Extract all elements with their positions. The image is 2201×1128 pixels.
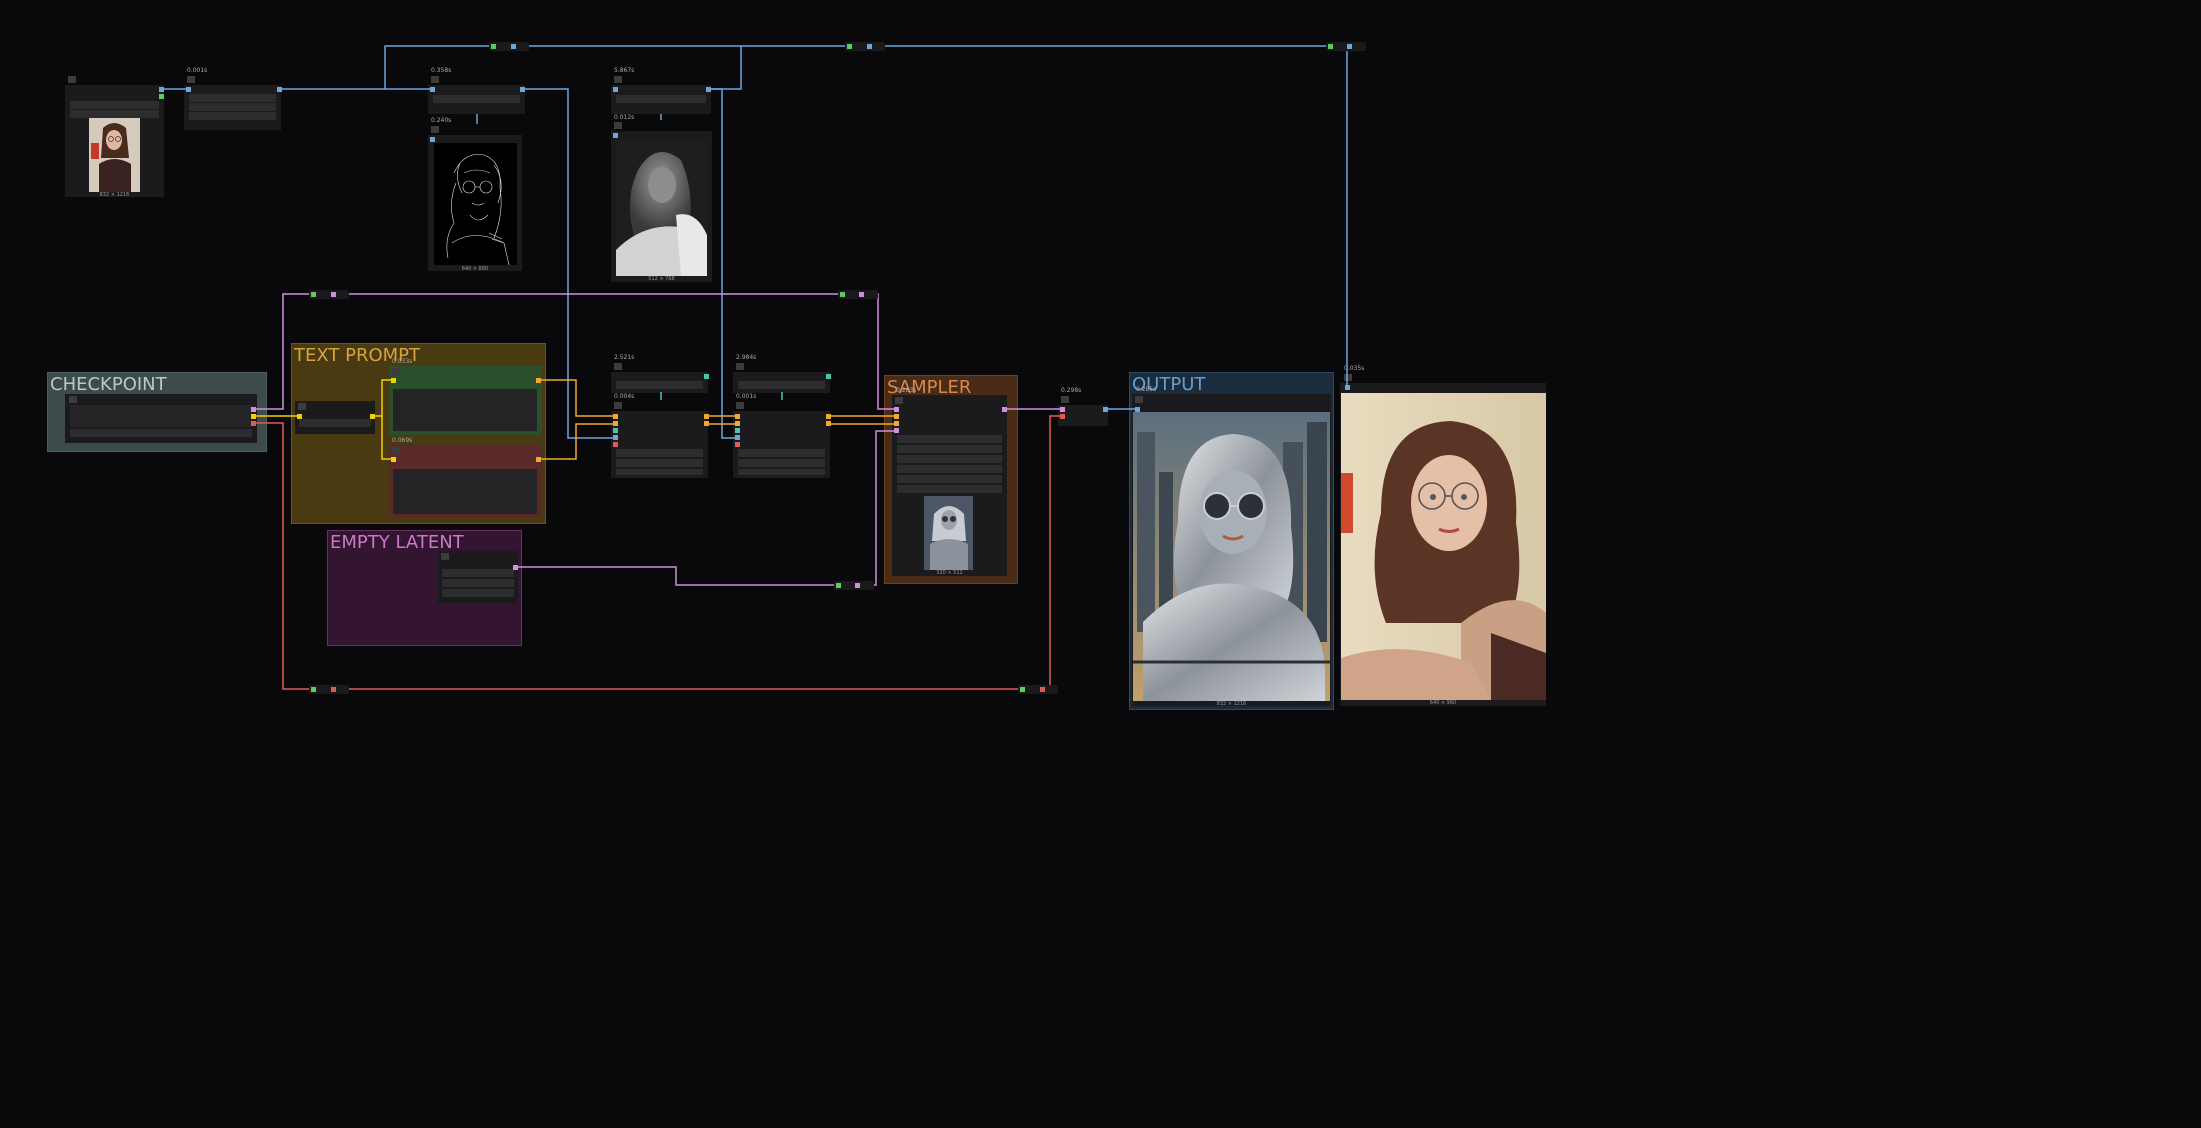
output-slot-dot[interactable] (704, 374, 709, 379)
input-slot-dot[interactable] (613, 435, 618, 440)
reroute-dot[interactable] (1328, 44, 1333, 49)
reroute-dot[interactable] (1347, 44, 1352, 49)
wire-layer (162, 45, 1348, 690)
reroute-dot[interactable] (840, 292, 845, 297)
input-slot-dot[interactable] (391, 457, 396, 462)
input-slot-dot[interactable] (613, 414, 618, 419)
input-slot-dot[interactable] (613, 442, 618, 447)
input-slot-dot[interactable] (613, 87, 618, 92)
input-slot-dot[interactable] (430, 87, 435, 92)
reroute-dot[interactable] (836, 583, 841, 588)
input-slot-dot[interactable] (894, 421, 899, 426)
output-slot-dot[interactable] (251, 421, 256, 426)
input-slot-dot[interactable] (894, 428, 899, 433)
input-slot-dot[interactable] (1060, 407, 1065, 412)
output-slot-dot[interactable] (826, 421, 831, 426)
reroute-dot[interactable] (867, 44, 872, 49)
input-slot-dot[interactable] (735, 442, 740, 447)
output-slot-dot[interactable] (536, 378, 541, 383)
output-slot-dot[interactable] (704, 414, 709, 419)
input-slot-dot[interactable] (430, 137, 435, 142)
input-slot-dot[interactable] (613, 421, 618, 426)
reroute-dot[interactable] (1020, 687, 1025, 692)
input-slot-dot[interactable] (735, 435, 740, 440)
output-slot-dot[interactable] (826, 374, 831, 379)
output-slot-dot[interactable] (159, 87, 164, 92)
output-slot-dot[interactable] (370, 414, 375, 419)
input-slot-dot[interactable] (735, 414, 740, 419)
reroute-dot[interactable] (855, 583, 860, 588)
output-slot-dot[interactable] (536, 457, 541, 462)
input-slot-dot[interactable] (1345, 385, 1350, 390)
input-slot-dot[interactable] (186, 87, 191, 92)
input-slot-dot[interactable] (1060, 414, 1065, 419)
reroute-dot[interactable] (311, 292, 316, 297)
input-slot-dot[interactable] (391, 378, 396, 383)
input-slot-dot[interactable] (297, 414, 302, 419)
input-slot-dot[interactable] (894, 407, 899, 412)
output-slot-dot[interactable] (520, 87, 525, 92)
reroute-dot[interactable] (847, 44, 852, 49)
reroute-dot[interactable] (331, 292, 336, 297)
reroute-dot[interactable] (859, 292, 864, 297)
input-slot-dot[interactable] (613, 428, 618, 433)
reroute-dot[interactable] (331, 687, 336, 692)
output-slot-dot[interactable] (251, 407, 256, 412)
reroute-dot[interactable] (1040, 687, 1045, 692)
input-slot-dot[interactable] (735, 421, 740, 426)
input-slot-dot[interactable] (894, 414, 899, 419)
output-slot-dot[interactable] (704, 421, 709, 426)
output-slot-dot[interactable] (159, 94, 164, 99)
output-slot-dot[interactable] (277, 87, 282, 92)
output-slot-dot[interactable] (826, 414, 831, 419)
output-slot-dot[interactable] (251, 414, 256, 419)
reroute-dot[interactable] (311, 687, 316, 692)
output-slot-dot[interactable] (1002, 407, 1007, 412)
reroute-dot[interactable] (491, 44, 496, 49)
input-slot-dot[interactable] (613, 133, 618, 138)
reroute-dot[interactable] (511, 44, 516, 49)
output-slot-dot[interactable] (1103, 407, 1108, 412)
output-slot-dot[interactable] (513, 565, 518, 570)
input-slot-dot[interactable] (735, 428, 740, 433)
input-slot-dot[interactable] (1135, 407, 1140, 412)
output-slot-dot[interactable] (706, 87, 711, 92)
